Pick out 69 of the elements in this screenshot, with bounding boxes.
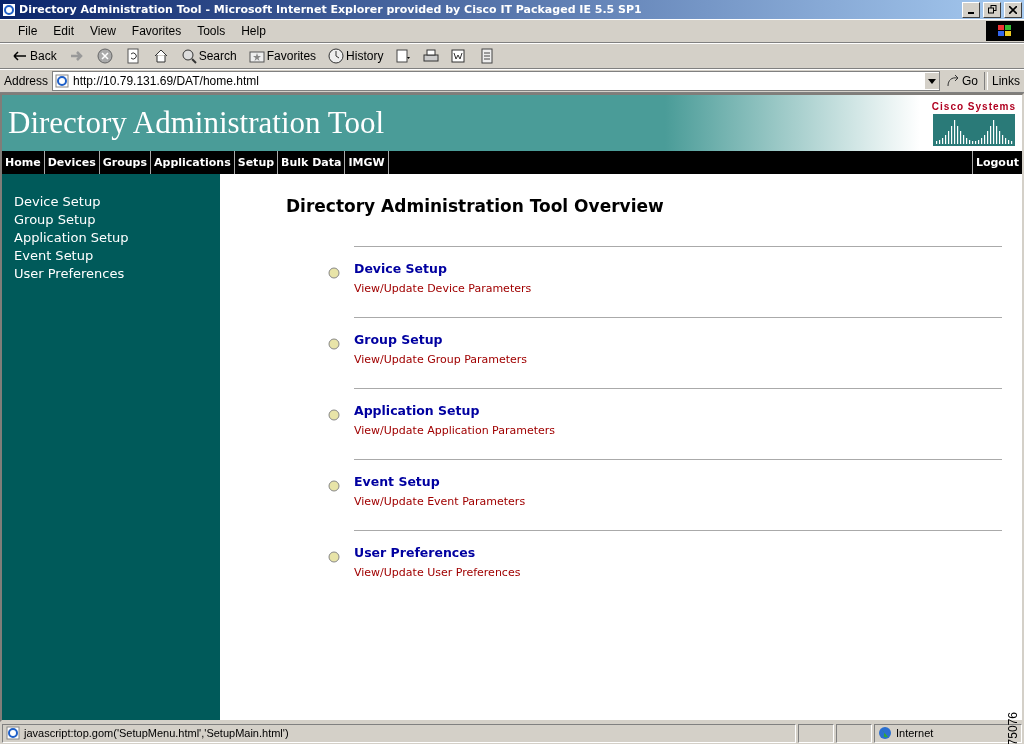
bullet-icon <box>328 480 340 492</box>
status-text: javascript:top.gom('SetupMenu.html','SetupMain.html') <box>24 727 289 739</box>
dropdown-button[interactable] <box>924 73 939 89</box>
sidebar-link[interactable]: Event Setup <box>14 248 220 263</box>
sidebar-link[interactable]: Application Setup <box>14 230 220 245</box>
star-folder-icon <box>248 48 265 64</box>
back-button[interactable]: Back <box>10 48 59 64</box>
clock-icon <box>328 48 345 64</box>
edit-icon <box>451 48 468 64</box>
section-link[interactable]: Event Setup <box>354 474 1002 489</box>
section-link[interactable]: User Preferences <box>354 545 1002 560</box>
window-title: Directory Administration Tool - Microsoft Internet Explorer provided by Cisco IT Packaged IE 5.5 SP1 <box>19 3 643 16</box>
section-description: View/Update Application Parameters <box>354 424 556 437</box>
minimize-icon <box>968 11 974 14</box>
restore-button[interactable] <box>983 1 1001 18</box>
bullet-icon <box>328 409 340 421</box>
logout-button[interactable]: Logout <box>971 151 1022 174</box>
sidebar-link[interactable]: Device Setup <box>14 194 220 209</box>
stop-icon <box>96 48 113 64</box>
menu-item[interactable]: Edit <box>45 24 83 38</box>
home-icon <box>152 48 169 64</box>
restore-icon <box>987 5 997 14</box>
section-description: View/Update Event Parameters <box>354 495 526 508</box>
windows-logo-icon <box>986 21 1024 41</box>
menu-item[interactable]: Tools <box>189 24 234 38</box>
address-field[interactable]: http://10.79.131.69/DAT/home.html <box>52 71 940 91</box>
section-link[interactable]: Device Setup <box>354 261 1002 276</box>
close-button[interactable] <box>1004 1 1022 18</box>
search-button[interactable]: Search <box>178 48 239 64</box>
sidebar-link[interactable]: User Preferences <box>14 266 220 281</box>
nav-tab[interactable]: Applications <box>151 151 235 174</box>
refresh-icon <box>124 48 141 64</box>
notepad-icon <box>479 48 496 64</box>
zone-text: Internet <box>896 727 934 739</box>
go-button[interactable]: Go <box>943 74 980 88</box>
menu-item[interactable]: Help <box>233 24 274 38</box>
page-icon <box>6 726 20 740</box>
printer-icon <box>423 48 440 64</box>
ie-page-icon <box>2 2 16 17</box>
caret-icon <box>927 78 936 84</box>
links-button[interactable]: Links <box>992 74 1020 88</box>
section-link[interactable]: Group Setup <box>354 332 1002 347</box>
globe-icon <box>878 726 892 740</box>
menu-item[interactable]: Favorites <box>123 24 190 38</box>
favorites-button[interactable]: Favorites <box>246 48 319 64</box>
go-arrow-icon <box>945 74 960 88</box>
close-icon <box>1009 5 1017 14</box>
page-icon <box>55 74 70 88</box>
section-link[interactable]: Application Setup <box>354 403 1002 418</box>
app-title: Directory Administration Tool <box>8 105 385 141</box>
bullet-icon <box>328 267 340 279</box>
address-label: Address <box>4 74 49 88</box>
sidebar-link[interactable]: Group Setup <box>14 212 220 227</box>
section-description: View/Update Group Parameters <box>354 353 528 366</box>
menu-item[interactable]: File <box>10 24 46 38</box>
section-description: View/Update Device Parameters <box>354 282 532 295</box>
section-description: View/Update User Preferences <box>354 566 521 579</box>
history-button[interactable]: History <box>326 48 386 64</box>
minimize-button[interactable] <box>962 1 980 18</box>
document-icon <box>395 48 412 64</box>
bullet-icon <box>328 551 340 563</box>
bullet-icon <box>328 338 340 350</box>
cisco-logo: Cisco Systems <box>931 100 1016 146</box>
page-heading: Directory Administration Tool Overview <box>286 196 665 216</box>
stop-button[interactable] <box>94 48 115 64</box>
menu-item[interactable]: View <box>82 24 124 38</box>
figure-number: 75076 <box>1006 712 1020 744</box>
search-icon <box>180 48 197 64</box>
print-button[interactable] <box>421 48 442 64</box>
